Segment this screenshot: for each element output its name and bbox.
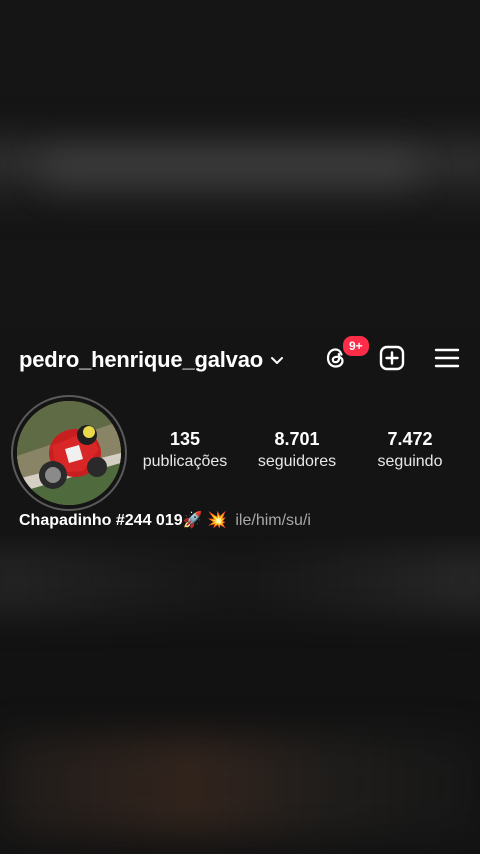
account-switcher[interactable]: pedro_henrique_galvao — [19, 347, 285, 373]
top-bar: pedro_henrique_galvao 9+ — [0, 330, 480, 390]
followers-label: seguidores — [257, 453, 337, 470]
menu-icon — [433, 344, 461, 377]
following-stat[interactable]: 7.472 seguindo — [355, 428, 465, 473]
create-post-icon — [378, 344, 406, 377]
followers-stat[interactable]: 8.701 seguidores — [242, 428, 352, 473]
blur-band — [0, 546, 480, 616]
username: pedro_henrique_galvao — [19, 347, 263, 372]
profile-avatar[interactable] — [11, 395, 133, 572]
notification-badge: 9+ — [341, 334, 371, 358]
following-count: 7.472 — [387, 429, 433, 449]
profile-screen: pedro_henrique_galvao 9+ 135 publicações… — [0, 0, 480, 854]
profile-header: pedro_henrique_galvao 9+ 135 publicações… — [0, 330, 480, 572]
posts-count: 135 — [169, 429, 201, 449]
blur-band-warm — [0, 736, 480, 836]
chevron-down-icon — [269, 352, 285, 368]
bio: Chapadinho #244 019🚀 💥 ile/him/su/i — [19, 510, 311, 530]
pronouns: ile/him/su/i — [235, 512, 311, 529]
following-label: seguindo — [377, 453, 443, 470]
menu-button[interactable] — [431, 344, 463, 376]
blur-streak-highlight — [40, 150, 420, 190]
display-name: Chapadinho #244 019🚀 💥 — [19, 512, 227, 529]
followers-count: 8.701 — [274, 429, 320, 449]
avatar-image — [17, 401, 121, 505]
create-post-button[interactable] — [376, 344, 408, 376]
posts-stat[interactable]: 135 publicações — [130, 428, 240, 473]
blurred-background-top — [0, 0, 480, 330]
blurred-background-bottom — [0, 536, 480, 854]
posts-label: publicações — [142, 453, 228, 470]
profile-stats: 135 publicações 8.701 seguidores 7.472 s… — [130, 428, 470, 478]
